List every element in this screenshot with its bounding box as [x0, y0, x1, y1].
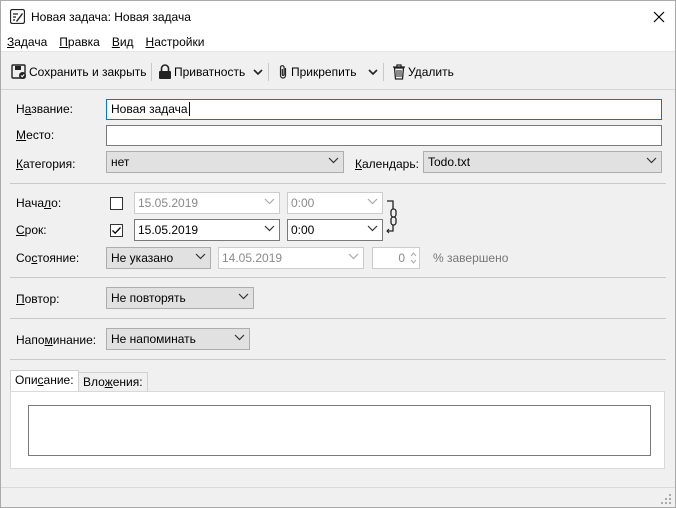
due-label: Срок:	[16, 223, 47, 237]
calendar-select[interactable]: Todo.txt	[423, 151, 662, 173]
delete-button[interactable]: Удалить	[392, 63, 454, 81]
status-label: Состояние:	[16, 251, 80, 265]
toolbar-separator	[151, 63, 152, 81]
section-divider	[10, 183, 666, 184]
description-panel	[10, 391, 665, 469]
toolbar-separator	[268, 63, 269, 81]
location-input[interactable]	[106, 125, 662, 146]
spinner-arrows-icon	[410, 252, 417, 264]
toolbar: Сохранить и закрыть Приватность Прикрепи…	[1, 53, 675, 90]
chevron-down-icon	[368, 69, 378, 75]
section-divider	[10, 277, 666, 278]
privacy-dropdown[interactable]	[252, 65, 264, 79]
trash-icon	[393, 64, 405, 80]
status-date-picker[interactable]: 14.05.2019	[218, 247, 364, 269]
chevron-down-icon	[264, 198, 275, 205]
window-title: Новая задача: Новая задача	[31, 10, 191, 24]
tab-attachments[interactable]: Вложения:	[78, 372, 148, 392]
link-chain-icon[interactable]	[385, 199, 401, 239]
chevron-down-icon	[367, 198, 378, 205]
percent-suffix: % завершено	[433, 251, 509, 265]
section-divider	[10, 359, 666, 360]
tab-description[interactable]: Описание:	[10, 370, 79, 392]
lock-icon	[159, 64, 171, 79]
menu-bar: Задача Правка Вид Настройки	[1, 32, 675, 52]
location-label: Место:	[16, 128, 55, 142]
chevron-down-icon	[253, 69, 263, 75]
menu-view[interactable]: Вид	[112, 35, 134, 49]
title-bar: Новая задача: Новая задача	[1, 1, 675, 32]
text-cursor	[188, 102, 190, 116]
attach-dropdown[interactable]	[367, 65, 379, 79]
chevron-down-icon	[646, 157, 657, 164]
due-checkbox[interactable]	[110, 224, 123, 237]
resize-grip-icon[interactable]	[661, 494, 671, 504]
menu-settings[interactable]: Настройки	[146, 35, 205, 49]
task-editor-window: Новая задача: Новая задача Задача Правка…	[0, 0, 676, 508]
menu-edit[interactable]: Правка	[59, 35, 100, 49]
category-label: Категория:	[16, 157, 76, 171]
start-date-picker[interactable]: 15.05.2019	[134, 192, 280, 214]
chevron-down-icon	[234, 334, 245, 341]
checkmark-icon	[112, 227, 121, 235]
chevron-down-icon	[195, 253, 206, 260]
chevron-down-icon	[328, 157, 339, 164]
attach-button[interactable]: Прикрепить	[277, 63, 357, 81]
title-input[interactable]: Новая задача	[106, 99, 662, 120]
status-bar	[1, 487, 675, 507]
status-select[interactable]: Не указано	[106, 247, 211, 269]
section-divider	[10, 318, 666, 319]
save-close-button[interactable]: Сохранить и закрыть	[11, 63, 146, 81]
close-button[interactable]	[645, 6, 673, 28]
title-label: Название:	[16, 102, 73, 116]
description-textarea[interactable]	[28, 405, 651, 456]
privacy-button[interactable]: Приватность	[158, 63, 245, 81]
chevron-down-icon	[264, 225, 275, 232]
chevron-down-icon	[238, 293, 249, 300]
save-icon	[11, 64, 26, 79]
chevron-down-icon	[367, 225, 378, 232]
calendar-label: Календарь:	[355, 157, 419, 171]
paperclip-icon	[279, 65, 287, 79]
reminder-select[interactable]: Не напоминать	[106, 328, 250, 350]
due-time-picker[interactable]: 0:00	[287, 219, 383, 241]
close-icon	[653, 11, 665, 23]
repeat-label: Повтор:	[16, 292, 60, 306]
app-icon	[10, 9, 25, 24]
start-label: Начало:	[16, 196, 62, 210]
category-select[interactable]: нет	[106, 151, 344, 173]
start-time-picker[interactable]: 0:00	[287, 192, 383, 214]
repeat-select[interactable]: Не повторять	[106, 287, 254, 309]
menu-task[interactable]: Задача	[7, 35, 47, 49]
due-date-picker[interactable]: 15.05.2019	[134, 219, 280, 241]
chevron-down-icon	[348, 253, 359, 260]
percent-complete-spinner[interactable]: 0	[372, 247, 420, 269]
toolbar-separator	[383, 63, 384, 81]
reminder-label: Напоминание:	[16, 333, 97, 347]
start-checkbox[interactable]	[110, 197, 123, 210]
